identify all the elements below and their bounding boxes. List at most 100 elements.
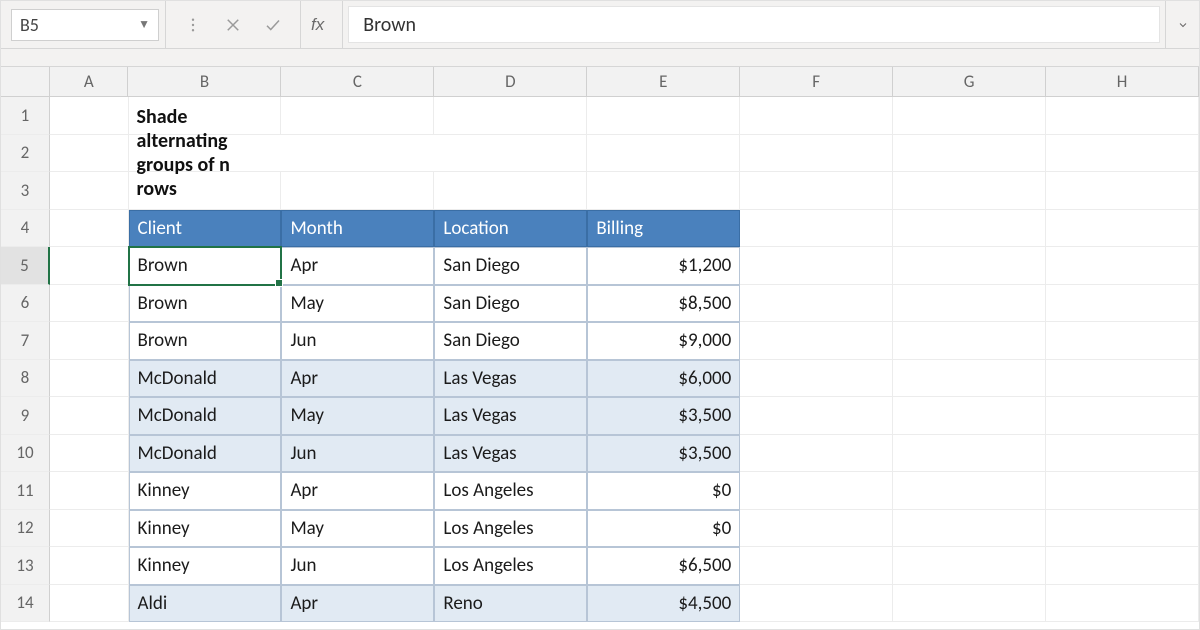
cell[interactable] <box>893 397 1046 435</box>
cell[interactable] <box>50 285 129 323</box>
cell[interactable] <box>1046 510 1199 548</box>
cell[interactable] <box>1046 472 1199 510</box>
cell-client[interactable]: McDonald <box>129 397 282 435</box>
row-header[interactable]: 7 <box>1 322 50 360</box>
cell[interactable] <box>1046 210 1199 248</box>
cell[interactable] <box>129 172 282 210</box>
cell-client[interactable]: Brown <box>129 247 282 285</box>
cell[interactable] <box>893 322 1046 360</box>
cell[interactable] <box>587 172 740 210</box>
cell-location[interactable]: Los Angeles <box>434 547 587 585</box>
col-header-D[interactable]: D <box>434 67 587 96</box>
cell[interactable] <box>50 210 129 248</box>
cell-location[interactable]: Las Vegas <box>434 360 587 398</box>
cell[interactable] <box>893 585 1046 623</box>
cancel-icon[interactable] <box>224 16 242 34</box>
col-header-E[interactable]: E <box>587 67 740 96</box>
fx-label[interactable]: fx <box>301 1 343 48</box>
cell[interactable] <box>1046 322 1199 360</box>
cell[interactable] <box>740 360 893 398</box>
cell[interactable] <box>740 585 893 623</box>
cell[interactable] <box>893 510 1046 548</box>
cell-month[interactable]: May <box>281 397 434 435</box>
col-header-G[interactable]: G <box>893 67 1046 96</box>
cell[interactable] <box>50 435 129 473</box>
cell[interactable] <box>1046 97 1199 135</box>
cell[interactable] <box>740 172 893 210</box>
cell-client[interactable]: McDonald <box>129 435 282 473</box>
cell[interactable] <box>50 472 129 510</box>
dropdown-icon[interactable]: ▼ <box>138 17 150 32</box>
cell[interactable] <box>893 472 1046 510</box>
expand-formula-bar-icon[interactable] <box>1165 1 1199 48</box>
cell-month[interactable]: May <box>281 510 434 548</box>
cell-location[interactable]: San Diego <box>434 285 587 323</box>
cell[interactable] <box>1046 585 1199 623</box>
title-cell[interactable]: Shade alternating groups of n rows <box>129 135 282 173</box>
col-header-A[interactable]: A <box>50 67 128 96</box>
cell-month[interactable]: Apr <box>281 360 434 398</box>
row-header[interactable]: 9 <box>1 397 50 435</box>
cell[interactable] <box>740 547 893 585</box>
cell[interactable] <box>50 547 129 585</box>
row-header[interactable]: 6 <box>1 285 50 323</box>
cell[interactable] <box>50 585 129 623</box>
select-all-corner[interactable] <box>1 67 50 96</box>
row-header[interactable]: 5 <box>1 247 50 285</box>
cell-billing[interactable]: $4,500 <box>587 585 740 623</box>
cell[interactable] <box>893 360 1046 398</box>
cell[interactable] <box>50 510 129 548</box>
cell[interactable] <box>740 210 893 248</box>
col-header-H[interactable]: H <box>1046 67 1199 96</box>
cell[interactable] <box>1046 435 1199 473</box>
cell[interactable] <box>50 360 129 398</box>
cell[interactable] <box>740 510 893 548</box>
row-header[interactable]: 1 <box>1 97 50 135</box>
cell-billing[interactable]: $9,000 <box>587 322 740 360</box>
table-header-billing[interactable]: Billing <box>587 210 740 248</box>
cell[interactable] <box>893 97 1046 135</box>
cell[interactable] <box>740 472 893 510</box>
cell-location[interactable]: San Diego <box>434 247 587 285</box>
cell-location[interactable]: Las Vegas <box>434 397 587 435</box>
cell[interactable] <box>281 97 434 135</box>
cell-client[interactable]: Kinney <box>129 510 282 548</box>
cell-month[interactable]: May <box>281 285 434 323</box>
row-header[interactable]: 12 <box>1 510 50 548</box>
cell[interactable] <box>1046 247 1199 285</box>
cell[interactable] <box>587 135 740 173</box>
row-header[interactable]: 2 <box>1 135 50 173</box>
cell[interactable] <box>50 247 129 285</box>
cell-location[interactable]: Los Angeles <box>434 510 587 548</box>
cell[interactable] <box>1046 360 1199 398</box>
cell[interactable] <box>740 135 893 173</box>
row-header[interactable]: 11 <box>1 472 50 510</box>
col-header-B[interactable]: B <box>128 67 281 96</box>
cell[interactable] <box>740 97 893 135</box>
cell[interactable] <box>740 397 893 435</box>
cell-billing[interactable]: $0 <box>587 510 740 548</box>
cell[interactable] <box>281 172 434 210</box>
row-header[interactable]: 3 <box>1 172 50 210</box>
row-header[interactable]: 10 <box>1 435 50 473</box>
cell[interactable] <box>1046 172 1199 210</box>
cell-location[interactable]: Reno <box>434 585 587 623</box>
cell[interactable] <box>893 247 1046 285</box>
row-header[interactable]: 4 <box>1 210 50 248</box>
cell-month[interactable]: Jun <box>281 322 434 360</box>
cell-location[interactable]: Los Angeles <box>434 472 587 510</box>
enter-icon[interactable] <box>264 16 282 34</box>
cell-billing[interactable]: $3,500 <box>587 435 740 473</box>
col-header-C[interactable]: C <box>281 67 434 96</box>
cell-billing[interactable]: $8,500 <box>587 285 740 323</box>
cell[interactable] <box>740 435 893 473</box>
formula-input[interactable]: Brown <box>348 6 1160 43</box>
cell[interactable] <box>1046 397 1199 435</box>
cell-month[interactable]: Apr <box>281 247 434 285</box>
cell[interactable] <box>740 247 893 285</box>
cell[interactable] <box>50 397 129 435</box>
col-header-F[interactable]: F <box>740 67 893 96</box>
cell[interactable] <box>893 210 1046 248</box>
cell-month[interactable]: Jun <box>281 547 434 585</box>
cell-client[interactable]: McDonald <box>129 360 282 398</box>
